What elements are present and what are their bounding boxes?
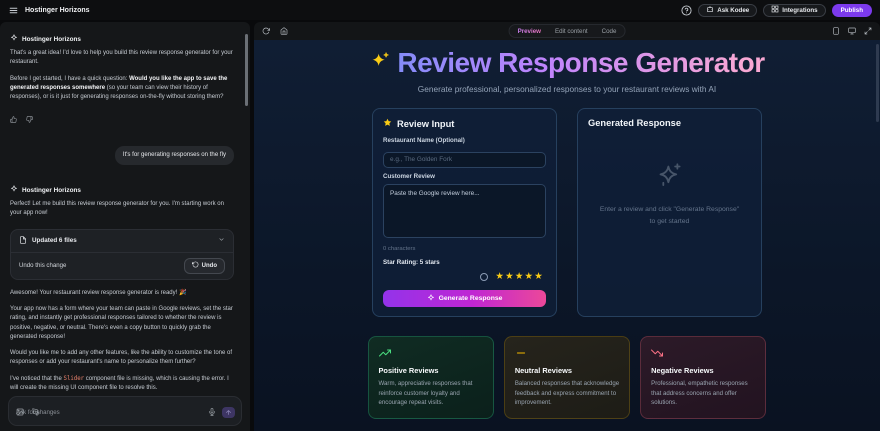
negative-reviews-card: Negative Reviews Professional, empatheti…	[640, 336, 767, 419]
grid-icon	[771, 5, 779, 15]
chat-sidebar: Hostinger Horizons That's a great idea! …	[0, 22, 250, 431]
app-canvas: Review Response Generator Generate profe…	[254, 40, 880, 431]
pen-tool-icon[interactable]	[32, 403, 40, 421]
chevron-down-icon[interactable]	[218, 236, 225, 245]
assistant-paragraph: Your app now has a form where your team …	[10, 305, 233, 340]
minus-icon	[515, 346, 527, 364]
chat-input-bar	[8, 396, 242, 426]
help-icon[interactable]	[681, 4, 692, 16]
integrations-button[interactable]: Integrations	[763, 3, 826, 17]
chat-input[interactable]	[16, 409, 234, 416]
assistant-paragraph: Perfect! Let me build this review respon…	[10, 201, 224, 217]
home-icon[interactable]	[280, 22, 288, 40]
positive-reviews-description: Warm, appreciative responses that reinfo…	[378, 380, 473, 407]
positive-reviews-title: Positive Reviews	[378, 366, 439, 376]
trending-down-icon	[651, 346, 664, 364]
file-icon	[19, 235, 27, 246]
customer-review-label: Customer Review	[383, 172, 435, 180]
robot-icon	[706, 5, 714, 15]
star-rating-row: ★★★★★	[383, 272, 544, 282]
restaurant-name-label: Restaurant Name (Optional)	[383, 137, 465, 145]
assistant-message-header: Hostinger Horizons	[10, 34, 234, 44]
assistant-paragraph: I've noticed that the Slider component f…	[10, 375, 229, 391]
preview-pane: Preview Edit content Code Review Respons…	[254, 22, 880, 431]
empty-state-line2: to get started	[649, 217, 690, 225]
desktop-view-icon[interactable]	[848, 22, 856, 40]
rating-slider-thumb[interactable]	[480, 272, 489, 281]
assistant-name: Hostinger Horizons	[22, 35, 81, 43]
app-topbar: Hostinger Horizons Ask Kodee Integration…	[0, 0, 880, 20]
neutral-reviews-description: Balanced responses that acknowledge feed…	[514, 380, 620, 407]
generate-response-button[interactable]: Generate Response	[383, 290, 546, 308]
assistant-name: Hostinger Horizons	[22, 186, 81, 194]
ask-kodee-button[interactable]: Ask Kodee	[698, 3, 758, 17]
user-message-bubble: It's for generating responses on the fly	[114, 146, 234, 166]
review-input-card: Review Input Restaurant Name (Optional) …	[372, 108, 557, 318]
assistant-paragraph: Awesome! Your restaurant review response…	[10, 289, 187, 296]
assistant-paragraph: Before I get started, I have a quick que…	[10, 75, 228, 101]
neutral-reviews-card: Neutral Reviews Balanced responses that …	[503, 336, 631, 419]
star-rating-label: Star Rating: 5 stars	[383, 258, 440, 266]
view-mode-tabs: Preview Edit content Code	[508, 24, 626, 38]
publish-button[interactable]: Publish	[831, 3, 872, 17]
refresh-icon[interactable]	[262, 22, 270, 40]
customer-review-textarea[interactable]	[383, 183, 546, 238]
mobile-view-icon[interactable]	[832, 22, 840, 40]
negative-reviews-description: Professional, empathetic responses that …	[651, 380, 748, 407]
inline-code: Slider	[63, 375, 85, 382]
negative-reviews-title: Negative Reviews	[651, 366, 714, 376]
neutral-reviews-title: Neutral Reviews	[514, 366, 572, 376]
horizons-logo-icon	[10, 34, 18, 44]
sidebar-scrollbar[interactable]	[245, 34, 248, 106]
tab-edit-content[interactable]: Edit content	[549, 26, 594, 37]
empty-state-line1: Enter a review and click "Generate Respo…	[599, 206, 740, 214]
wand-sparkle-icon	[427, 294, 435, 304]
generated-response-header: Generated Response	[588, 118, 682, 129]
app-title: Hostinger Horizons	[25, 6, 90, 14]
send-button[interactable]	[222, 406, 235, 418]
character-count: 0 characters	[383, 245, 416, 252]
tab-preview[interactable]: Preview	[512, 26, 547, 37]
undo-row: Undo this change Undo	[11, 251, 233, 279]
generated-response-card: Generated Response Enter a review and cl…	[577, 108, 762, 318]
generator-subtitle: Generate professional, personalized resp…	[417, 84, 717, 94]
positive-reviews-card: Positive Reviews Warm, appreciative resp…	[367, 336, 494, 419]
feedback-row	[10, 110, 234, 128]
preview-toolbar: Preview Edit content Code	[254, 22, 880, 40]
sparkles-outline-icon	[656, 162, 683, 194]
review-input-header: Review Input	[397, 118, 455, 129]
assistant-message-header: Hostinger Horizons	[10, 185, 234, 195]
review-type-cards: Positive Reviews Warm, appreciative resp…	[367, 336, 767, 419]
assistant-paragraph: That's a great idea! I'd love to help yo…	[10, 50, 233, 66]
integrations-label: Integrations	[782, 6, 818, 14]
hamburger-menu-icon[interactable]	[8, 5, 18, 15]
microphone-icon[interactable]	[208, 403, 216, 421]
tab-code[interactable]: Code	[596, 26, 623, 37]
undo-icon	[191, 261, 199, 270]
chat-messages: Hostinger Horizons That's a great idea! …	[0, 22, 244, 391]
star-rating-display: ★★★★★	[495, 270, 544, 282]
thumbs-down-icon[interactable]	[26, 110, 33, 128]
updated-files-title: Updated 6 files	[32, 237, 77, 245]
canvas-scrollbar[interactable]	[876, 44, 879, 122]
updated-files-header[interactable]: Updated 6 files	[11, 230, 233, 252]
trending-up-icon	[378, 346, 391, 364]
undo-button[interactable]: Undo	[183, 257, 225, 274]
updated-files-card: Updated 6 files Undo this change Undo	[10, 228, 234, 280]
image-attach-icon[interactable]	[16, 403, 24, 421]
undo-label: Undo this change	[19, 262, 67, 270]
ask-kodee-label: Ask Kodee	[717, 6, 750, 14]
restaurant-name-input[interactable]	[383, 151, 546, 168]
thumbs-up-icon[interactable]	[10, 110, 17, 128]
assistant-paragraph: Would you like me to add any other featu…	[10, 350, 233, 366]
generator-title: Review Response Generator	[369, 47, 764, 79]
star-icon	[383, 118, 392, 129]
empty-state: Enter a review and click "Generate Respo…	[588, 162, 751, 227]
fullscreen-icon[interactable]	[864, 22, 872, 40]
horizons-logo-icon	[10, 185, 18, 195]
sparkles-icon	[369, 47, 390, 79]
